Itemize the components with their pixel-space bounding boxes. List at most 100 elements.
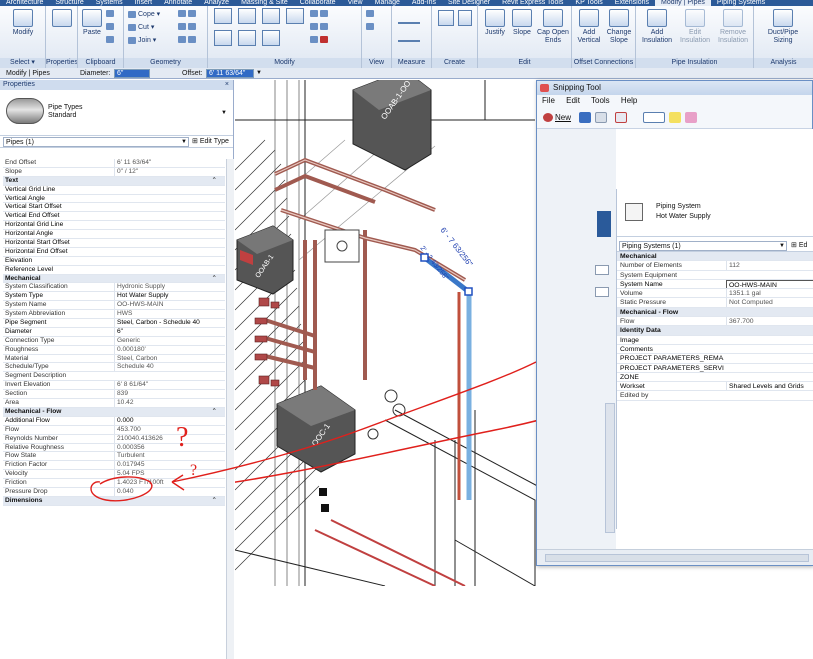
property-row[interactable]: Flow State Turbulent — [3, 452, 225, 462]
send-snip-icon[interactable] — [615, 112, 627, 123]
menu-help[interactable]: Help — [621, 96, 637, 105]
cut-geometry-button[interactable]: Cut ▾ — [128, 23, 154, 31]
property-row[interactable]: Reynolds Number 210040.413626 — [3, 434, 225, 444]
property-row[interactable]: End Offset 6' 11 63/64" — [3, 159, 225, 168]
copy-small-button[interactable] — [106, 23, 116, 30]
trim-button[interactable] — [262, 30, 280, 48]
property-value[interactable]: 5.04 FPS — [114, 470, 225, 479]
split-button[interactable] — [310, 10, 330, 17]
property-row[interactable]: System Classification Hydronic Supply — [3, 283, 225, 293]
add-insulation-button[interactable]: Add Insulation — [638, 9, 676, 45]
collapse-icon[interactable]: ⌃ — [211, 275, 217, 283]
property-row[interactable]: Roughness 0.000180' — [3, 345, 225, 355]
rotate-button[interactable] — [238, 30, 256, 48]
offset-dropdown-icon[interactable]: ▼ — [256, 68, 262, 79]
property-value[interactable]: 6' 11 63/64" — [114, 159, 225, 167]
property-row[interactable]: System Name OO-HWS-MAIN — [3, 301, 225, 311]
highlighter-icon[interactable] — [669, 112, 681, 123]
collapse-icon[interactable]: ⌃ — [211, 177, 217, 185]
property-group-header[interactable]: Dimensions ⌃ — [3, 496, 225, 506]
property-row[interactable]: Horizontal End Offset — [3, 248, 225, 257]
property-row[interactable]: Friction Factor 0.017945 — [3, 461, 225, 471]
property-row[interactable]: Schedule/Type Schedule 40 — [3, 363, 225, 373]
property-group-header[interactable]: Mechanical ⌃ — [3, 274, 225, 284]
property-row[interactable]: Vertical Angle — [3, 195, 225, 204]
property-value[interactable]: 453.700 — [114, 425, 225, 434]
property-value[interactable]: 1.4023 FT/100ft — [114, 479, 225, 487]
property-row[interactable]: Pressure Drop 0.040 — [3, 487, 225, 497]
property-value[interactable]: Hot Water Supply — [114, 292, 225, 301]
property-value[interactable]: 0" / 12" — [114, 167, 225, 176]
menu-tools[interactable]: Tools — [591, 96, 610, 105]
create-similar-button[interactable] — [458, 10, 472, 28]
property-row[interactable]: Elevation — [3, 257, 225, 266]
paste-button[interactable]: Paste — [82, 9, 102, 37]
cope-button[interactable]: Cope ▾ — [128, 10, 160, 18]
property-row[interactable]: Horizontal Angle — [3, 230, 225, 240]
property-value[interactable]: 839 — [114, 390, 225, 399]
copy-align-button[interactable] — [286, 8, 304, 26]
property-row[interactable]: Material Steel, Carbon — [3, 354, 225, 364]
property-value[interactable]: 210040.413626 — [114, 434, 225, 443]
measure-button[interactable] — [398, 10, 420, 26]
property-row[interactable]: Additional Flow 0.000 — [3, 416, 225, 426]
unjoin-button[interactable] — [178, 36, 198, 43]
new-snip-button[interactable]: New — [543, 113, 571, 123]
cut-small-button[interactable] — [106, 10, 116, 17]
mirror-button[interactable] — [262, 8, 280, 26]
property-value[interactable]: 0.040 — [114, 487, 225, 496]
property-row[interactable]: Section 839 — [3, 390, 225, 400]
property-value[interactable]: OO-HWS-MAIN — [114, 301, 225, 310]
modify-button[interactable]: Modify — [4, 9, 42, 37]
property-row[interactable]: System Abbreviation HWS — [3, 310, 225, 320]
property-value[interactable]: 10.42 — [114, 399, 225, 407]
justify-button[interactable]: Justify — [480, 9, 510, 37]
offset-button[interactable] — [238, 8, 256, 26]
property-row[interactable]: Relative Roughness 0.000356 — [3, 443, 225, 453]
property-value[interactable]: 0.017945 — [114, 461, 225, 470]
property-value[interactable]: 0.000180' — [114, 345, 225, 354]
menu-edit[interactable]: Edit — [566, 96, 580, 105]
duct-pipe-sizing-button[interactable]: Duct/Pipe Sizing — [760, 9, 806, 45]
property-row[interactable]: Horizontal Start Offset — [3, 239, 225, 248]
property-row[interactable]: Vertical Grid Line — [3, 186, 225, 195]
offset-field[interactable]: 6' 11 63/64" — [206, 69, 254, 78]
align-button[interactable] — [214, 8, 232, 26]
edit-type-button[interactable]: ⊞ Edit Type — [192, 137, 229, 147]
remove-insulation-button[interactable]: Remove Insulation — [714, 9, 752, 45]
change-slope-button[interactable]: Change Slope — [604, 9, 634, 45]
property-row[interactable]: Diameter 6" — [3, 327, 225, 337]
collapse-icon[interactable]: ⌃ — [211, 497, 217, 505]
property-row[interactable]: Invert Elevation 6' 8 61/64" — [3, 381, 225, 391]
filter-chevron-icon[interactable]: ▼ — [181, 137, 187, 147]
dimension-button[interactable] — [398, 30, 420, 44]
property-row[interactable]: System Type Hot Water Supply — [3, 292, 225, 302]
property-row[interactable]: Vertical End Offset — [3, 212, 225, 222]
property-row[interactable]: Slope 0" / 12" — [3, 167, 225, 177]
edit-insulation-button[interactable]: Edit Insulation — [676, 9, 714, 45]
delete-button[interactable] — [310, 36, 330, 43]
property-row[interactable]: Area 10.42 — [3, 399, 225, 408]
type-selector[interactable]: Pipe Types Standard ▼ — [0, 90, 233, 136]
copy-snip-icon[interactable] — [595, 112, 607, 123]
property-value[interactable]: 6" — [114, 327, 225, 336]
property-value[interactable]: Steel, Carbon - Schedule 40 — [114, 319, 225, 327]
property-row[interactable]: Vertical Start Offset — [3, 203, 225, 213]
save-icon[interactable] — [579, 112, 591, 123]
collapse-icon[interactable]: ⌃ — [211, 408, 217, 416]
property-value[interactable]: Steel, Carbon — [114, 354, 225, 363]
property-row[interactable]: Velocity 5.04 FPS — [3, 470, 225, 480]
slope-button[interactable]: Slope — [508, 9, 536, 37]
property-value[interactable]: Hydronic Supply — [114, 283, 225, 292]
close-icon[interactable]: × — [225, 80, 229, 90]
cap-open-ends-button[interactable]: Cap Open Ends — [536, 9, 570, 45]
diameter-field[interactable]: 6" — [114, 69, 150, 78]
property-row[interactable]: Connection Type Generic — [3, 336, 225, 346]
group-label-select[interactable]: Select ▾ — [0, 58, 45, 68]
scale-button[interactable] — [310, 23, 330, 30]
property-group-header[interactable]: Mechanical - Flow ⌃ — [3, 407, 225, 417]
property-value[interactable]: 6' 8 61/64" — [114, 381, 225, 390]
add-vertical-button[interactable]: Add Vertical — [574, 9, 604, 45]
property-value[interactable]: HWS — [114, 310, 225, 319]
wall-joins-button[interactable] — [178, 23, 198, 30]
